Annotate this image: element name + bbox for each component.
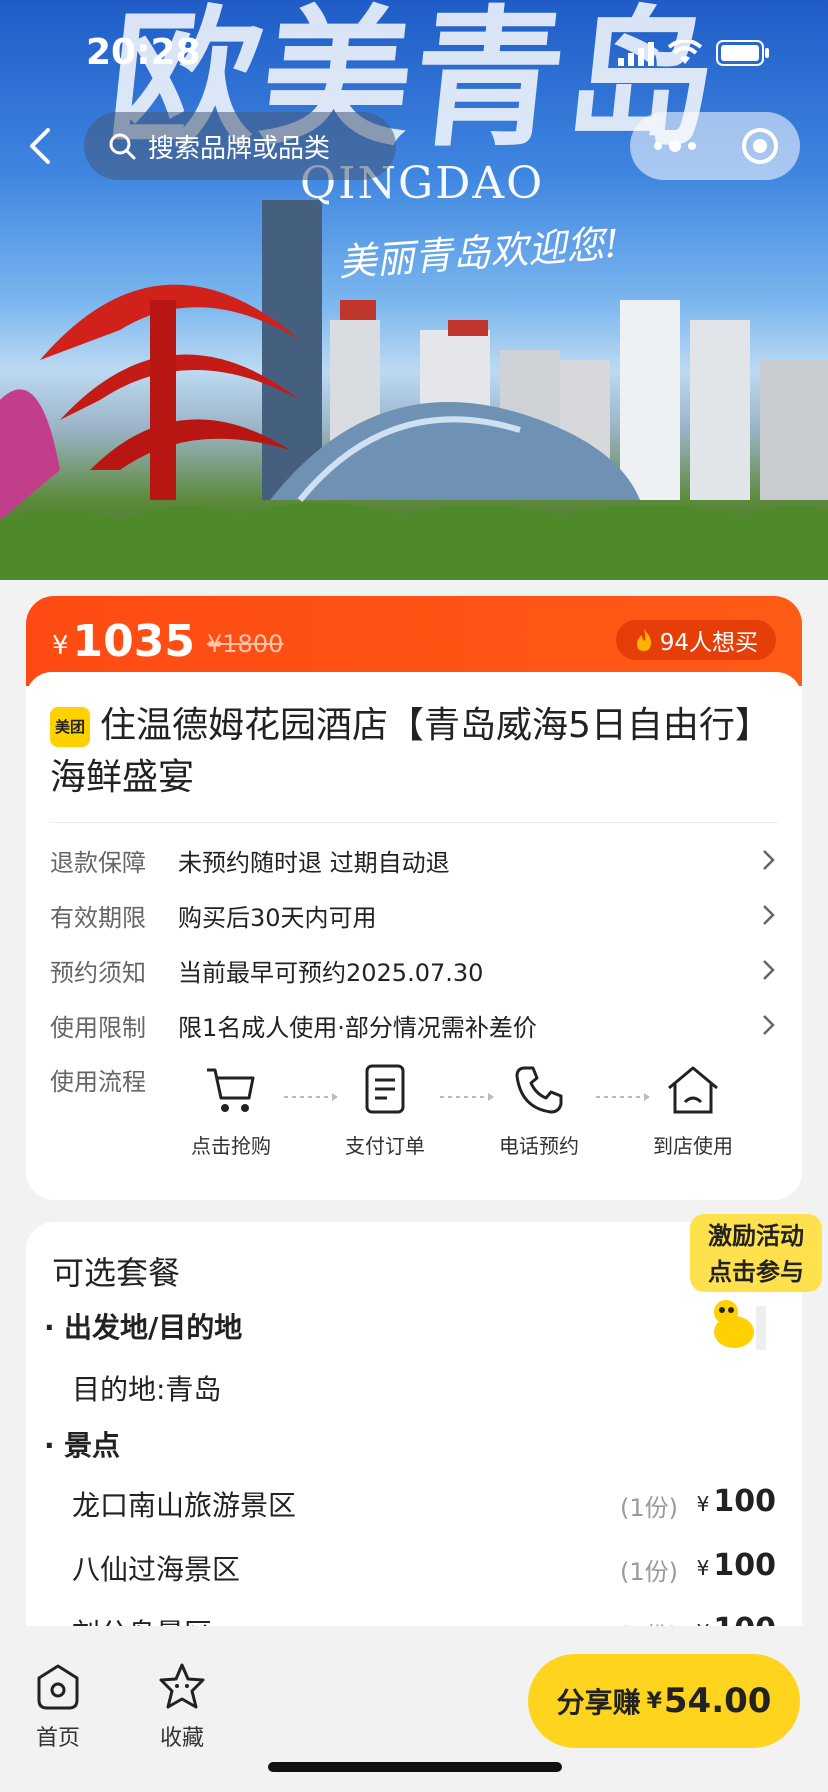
destination-line: 目的地:青岛 [72, 1373, 222, 1406]
spot-qty: (1份) [620, 1494, 678, 1522]
flow-step-label: 支付订单 [345, 1134, 425, 1158]
info-row-restriction[interactable]: 使用限制 限1名成人使用·部分情况需补差价 [50, 1005, 778, 1045]
spot-name: 龙口南山旅游景区 [72, 1489, 297, 1522]
section-label: 景点 [64, 1429, 121, 1462]
tab-favorite-label: 收藏 [159, 1726, 204, 1751]
promo-activity-button[interactable]: 激励活动 点击参与 [690, 1214, 822, 1350]
product-title: 美团 住温德姆花园酒店【青岛威海5日自由行】海鲜盛宴 [50, 700, 770, 804]
want-count-badge: 94人想买 [615, 620, 776, 660]
spot-price: ¥100 [696, 1548, 776, 1583]
product-title-text: 住温德姆花园酒店【青岛威海5日自由行】海鲜盛宴 [50, 705, 753, 798]
battery-icon [716, 40, 769, 66]
flow-step: 到店使用 [638, 1062, 748, 1159]
spot-name: 八仙过海景区 [72, 1553, 241, 1586]
product-card: ¥ 1035 ¥1800 94人想买 美团 住温德姆花园酒店【青岛威海5日自由行】… [26, 596, 802, 1200]
flow-step: 电话预约 [484, 1062, 594, 1159]
info-value: 购买后30天内可用 [178, 903, 377, 932]
section-spots: · 景点 [44, 1429, 121, 1462]
flow-step: 支付订单 [330, 1062, 440, 1159]
cart-icon [207, 1068, 255, 1112]
divider [50, 822, 778, 823]
flow-step: 点击抢购 [176, 1062, 286, 1159]
status-time: 20:28 [86, 32, 201, 73]
chevron-right-icon [763, 905, 775, 925]
home-icon [37, 1664, 79, 1710]
flow-label: 使用流程 [50, 1068, 146, 1096]
package-title: 可选套餐 [52, 1254, 181, 1292]
spot-price: ¥100 [696, 1484, 776, 1519]
tab-favorite[interactable]: 收藏 [142, 1662, 222, 1752]
spot-qty: (1份) [620, 1558, 678, 1586]
phone-icon [515, 1066, 563, 1114]
share-earn-button[interactable]: 分享赚 ¥ 54.00 [528, 1654, 800, 1748]
close-target-icon[interactable] [740, 126, 780, 166]
promo-line2: 点击参与 [708, 1258, 804, 1286]
promo-box: 激励活动 点击参与 [690, 1214, 822, 1292]
hero-banner: 欧美青岛 QINGDAO 美丽青岛欢迎您! 20:28 搜索品牌或品类 [0, 0, 828, 580]
info-row-validity[interactable]: 有效期限 购买后30天内可用 [50, 895, 778, 935]
tab-home-label: 首页 [35, 1726, 80, 1751]
promo-line1: 激励活动 [708, 1222, 804, 1250]
section-label: 出发地/目的地 [64, 1311, 243, 1344]
section-origin-destination: · 出发地/目的地 [44, 1311, 243, 1344]
share-label: 分享赚 [556, 1686, 641, 1719]
home-indicator [268, 1762, 562, 1772]
meituan-badge: 美团 [50, 707, 90, 747]
search-icon [109, 133, 136, 160]
info-key: 使用限制 [50, 1013, 146, 1042]
mini-program-capsule [630, 112, 800, 180]
store-icon [668, 1066, 718, 1114]
flow-step-label: 点击抢购 [191, 1134, 271, 1158]
info-key: 有效期限 [50, 903, 146, 932]
info-row-refund[interactable]: 退款保障 未预约随时退 过期自动退 [50, 840, 778, 880]
flow-step-label: 电话预约 [499, 1134, 579, 1158]
chevron-left-icon [30, 128, 50, 164]
wifi-icon [668, 40, 702, 64]
more-icon[interactable] [650, 136, 700, 156]
back-button[interactable] [20, 122, 60, 170]
document-icon [365, 1064, 405, 1114]
mascot-icon [714, 1300, 766, 1350]
info-key: 预约须知 [50, 958, 146, 987]
info-value: 未预约随时退 过期自动退 [178, 848, 450, 877]
info-row-booking[interactable]: 预约须知 当前最早可预约2025.07.30 [50, 950, 778, 990]
info-value: 当前最早可预约2025.07.30 [178, 958, 484, 987]
flame-icon [636, 629, 651, 651]
info-key: 退款保障 [50, 848, 146, 877]
share-amount: 54.00 [663, 1681, 772, 1721]
star-face-icon [159, 1663, 205, 1709]
usage-flow: 点击抢购 支付订单 电话预约 到店使用 [176, 1062, 786, 1172]
original-price: ¥1800 [207, 630, 284, 658]
current-price: 1035 [72, 615, 196, 667]
want-count: 94人想买 [659, 630, 758, 656]
info-value: 限1名成人使用·部分情况需补差价 [178, 1013, 537, 1042]
search-placeholder: 搜索品牌或品类 [148, 133, 331, 164]
share-currency: ¥ [646, 1688, 662, 1714]
chevron-right-icon [763, 850, 775, 870]
product-info: 美团 住温德姆花园酒店【青岛威海5日自由行】海鲜盛宴 退款保障 未预约随时退 过期… [26, 672, 802, 1186]
chevron-right-icon [763, 960, 775, 980]
price-currency: ¥ [52, 631, 69, 661]
status-icons [618, 40, 770, 66]
chevron-right-icon [763, 1015, 775, 1035]
search-input[interactable]: 搜索品牌或品类 [84, 112, 396, 180]
flow-step-label: 到店使用 [653, 1134, 733, 1158]
tab-home[interactable]: 首页 [18, 1662, 98, 1752]
signal-icon [618, 42, 654, 66]
